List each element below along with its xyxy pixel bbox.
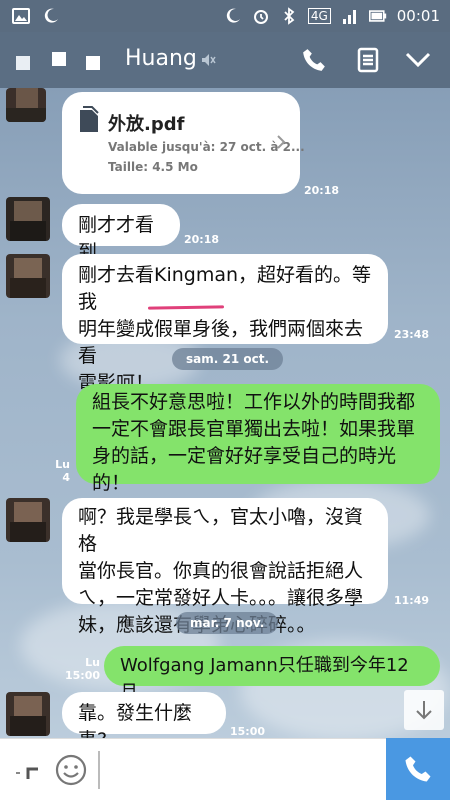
network-type: 4G [307,8,331,24]
message-line: 當你長官。你真的很會說話拒絕人 [78,560,364,582]
message-line: 組長不好意思啦！工作以外的時間我都 [92,391,416,413]
moon-icon [224,7,242,25]
chevron-right-icon[interactable] [276,134,286,154]
message-bubble[interactable]: 剛才去看Kingman，超好看的。等我 明年變成假單身後，我們兩個來去看 電影呵… [62,254,388,394]
message-input-bar [0,738,450,801]
message-bubble[interactable]: 靠。發生什麼事? [62,692,226,751]
message-line: 剛才去看Kingman，超好看的。等我 [78,264,372,313]
message-text-input[interactable] [98,751,378,789]
pdf-file-icon [78,106,100,138]
date-separator: mar. 7 nov. [176,612,279,634]
scroll-to-bottom-button[interactable] [404,690,444,730]
outgoing-message-bubble[interactable]: 組長不好意思啦！工作以外的時間我都 一定不會跟長官單獨出去啦！如果我單 身的話，… [76,384,440,494]
outgoing-message-bubble[interactable]: Wolfgang Jamann只任職到今年12月 [104,646,440,703]
gallery-icon [12,7,30,25]
emoji-icon[interactable] [54,753,88,791]
message-line: ㄟ，一定常發好人卡。。。讓很多學 [78,587,364,609]
message-bubble[interactable]: 啊？我是學長ㄟ，官太小嚕，沒資格 當你長官。你真的很會說話拒絕人 ㄟ，一定常發好… [62,498,388,636]
message-bubble[interactable]: 剛才才看到 [62,204,180,263]
moon-icon [42,7,60,25]
status-bar: 4G 00:01 [0,0,450,32]
mute-icon [200,52,216,72]
timestamp: 23:48 [394,328,430,341]
phone-icon [405,756,431,782]
clock: 00:01 [396,7,440,25]
arrow-down-icon [416,701,432,720]
timestamp: 11:49 [394,594,430,607]
read-receipt: Lu 15:00 [64,656,100,682]
message-line: 的！ [92,472,131,494]
avatar[interactable] [6,692,50,736]
read-receipt: Lu 4 [55,458,70,484]
chat-header: Huang [0,32,450,88]
expand-icon[interactable] [14,759,44,785]
date-separator: sam. 21 oct. [172,348,284,370]
back-button[interactable] [16,56,30,70]
alarm-icon [252,7,270,25]
message-line: 一定不會跟長官單獨出去啦！如果我單 [92,418,416,440]
message-line: 啊？我是學長ㄟ，官太小嚕，沒資格 [78,506,364,555]
notes-icon[interactable] [354,46,382,74]
avatar-pixel [86,56,100,70]
bluetooth-icon [280,7,298,25]
timestamp: 15:00 [230,725,266,738]
file-size: Taille: 4.5 Mo [108,160,198,174]
timestamp: 20:18 [304,184,340,197]
file-name: 外放.pdf [108,114,185,135]
avatar[interactable] [6,88,46,122]
avatar[interactable] [6,498,50,542]
timestamp: 20:18 [184,233,220,246]
voice-call-button[interactable] [386,738,450,800]
signal-icon [341,7,359,25]
chevron-down-icon[interactable] [404,46,432,74]
avatar[interactable] [6,197,50,241]
battery-icon [368,7,387,25]
avatar-pixel [52,52,66,66]
call-button[interactable] [300,46,328,74]
chat-title[interactable]: Huang [125,46,197,71]
message-line: 身的話，一定會好好享受自己的時光 [92,445,397,467]
avatar[interactable] [6,254,50,298]
